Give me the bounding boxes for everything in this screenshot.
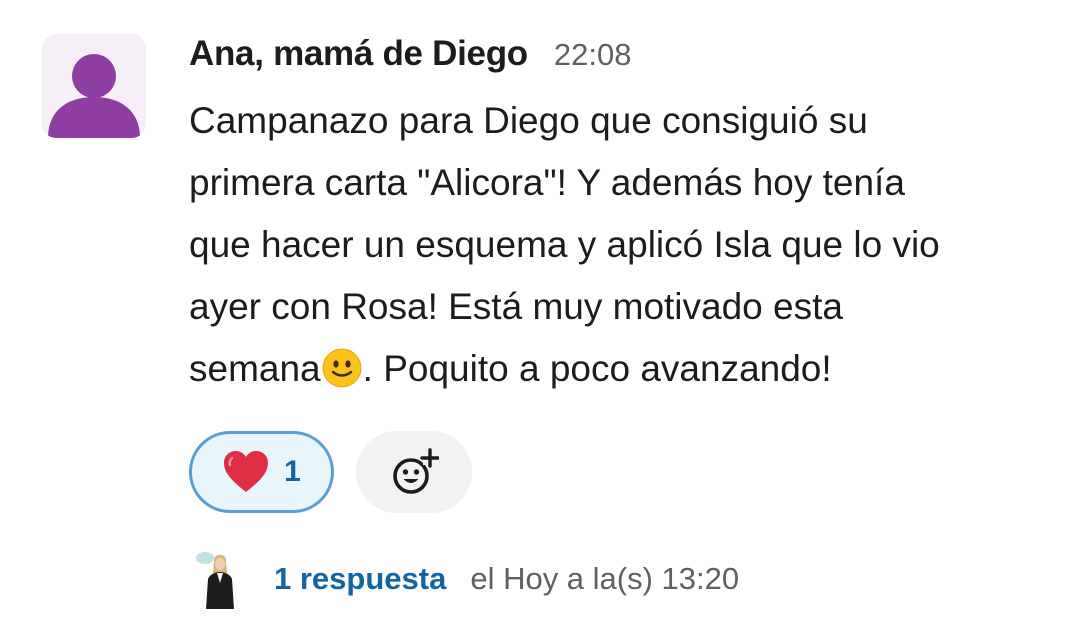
- reply-count-link[interactable]: 1 respuesta: [274, 561, 446, 597]
- heart-reaction-button[interactable]: 1: [189, 431, 334, 513]
- add-reaction-button[interactable]: [356, 431, 472, 513]
- add-emoji-icon: [393, 448, 439, 494]
- message-container: Ana, mamá de Diego 22:08 Campanazo para …: [0, 0, 1079, 633]
- replier-avatar[interactable]: [194, 549, 246, 609]
- reaction-count: 1: [284, 455, 301, 488]
- last-reply-time: el Hoy a la(s) 13:20: [470, 561, 740, 596]
- author-name[interactable]: Ana, mamá de Diego: [189, 34, 528, 74]
- message-line: que hacer un esquema y aplicó Isla que l…: [189, 224, 940, 265]
- replier-photo-icon: [194, 549, 246, 609]
- message-timestamp[interactable]: 22:08: [554, 37, 632, 73]
- message-line: ayer con Rosa! Está muy motivado esta: [189, 286, 843, 327]
- message-text-segment: semana: [189, 348, 321, 389]
- user-placeholder-icon: [48, 54, 140, 138]
- message-text-segment: . Poquito a poco avanzando!: [362, 348, 832, 389]
- message-header: Ana, mamá de Diego 22:08: [189, 34, 631, 80]
- message-line-last: semana . Poquito a poco avanzando!: [189, 338, 1049, 400]
- thread-summary[interactable]: 1 respuesta el Hoy a la(s) 13:20: [194, 549, 739, 609]
- message-body: Campanazo para Diego que consiguió su pr…: [189, 90, 1049, 400]
- message-line: Campanazo para Diego que consiguió su: [189, 100, 868, 141]
- slightly-smiling-face-icon: [322, 348, 362, 388]
- user-avatar[interactable]: [42, 34, 146, 138]
- red-heart-icon: [224, 451, 269, 492]
- message-line: primera carta "Alicora"! Y además hoy te…: [189, 162, 905, 203]
- reactions-bar: 1: [189, 431, 472, 513]
